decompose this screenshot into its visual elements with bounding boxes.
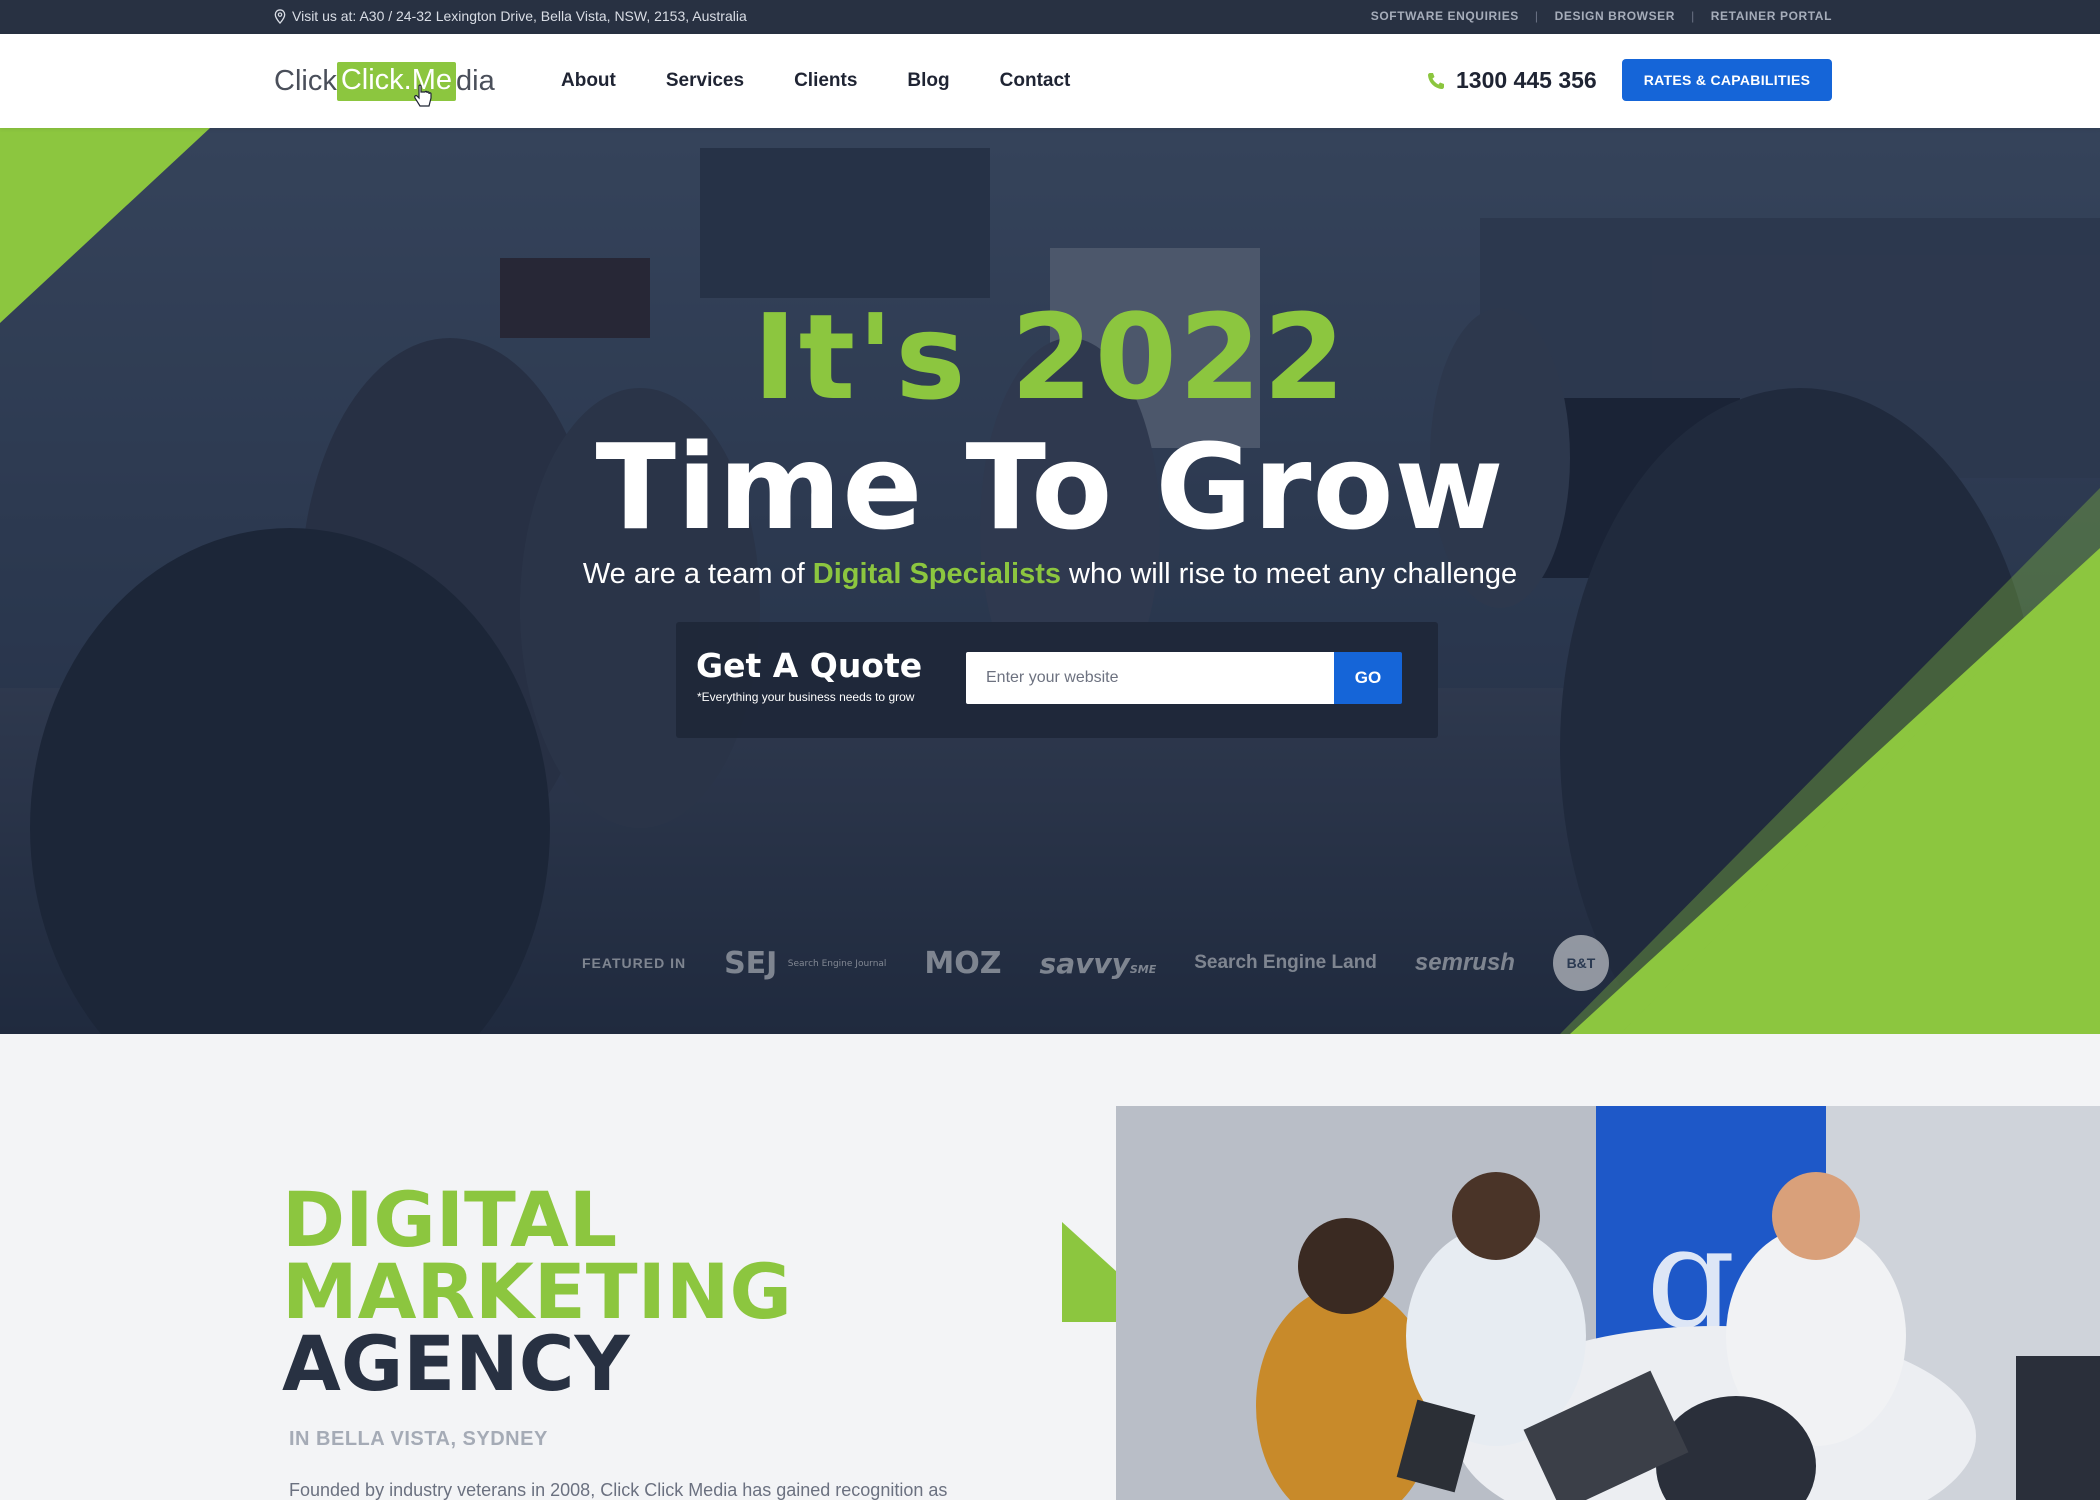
address: Visit us at: A30 / 24-32 Lexington Drive… — [274, 8, 747, 24]
phone-link[interactable]: 1300 445 356 — [1426, 67, 1597, 94]
go-button[interactable]: GO — [1334, 652, 1402, 704]
intro-title: DIGITAL MARKETING AGENCY — [282, 1175, 792, 1408]
quote-subtitle: *Everything your business needs to grow — [697, 690, 915, 704]
moz-logo: MOZ — [924, 945, 1002, 981]
get-quote-form: Get A Quote *Everything your business ne… — [676, 622, 1438, 738]
tagline-highlight: Digital Specialists — [812, 558, 1061, 590]
sej-logo-small: Search Engine Journal — [787, 959, 887, 969]
featured-in-label: FEATURED IN — [582, 955, 687, 971]
phone-number: 1300 445 356 — [1456, 67, 1597, 93]
site-logo[interactable]: Click Click.Me dia — [274, 58, 495, 107]
team-meeting-photo: g — [1116, 1106, 2100, 1500]
tagline-post: who will rise to meet any challenge — [1061, 558, 1518, 590]
logo-text-part3: dia — [456, 64, 495, 97]
hero-section: It's 2022 Time To Grow We are a team of … — [0, 128, 2100, 1034]
hand-cursor-icon — [414, 84, 432, 107]
software-enquiries-link[interactable]: SOFTWARE ENQUIRIES — [1371, 9, 1519, 23]
intro-section: DIGITAL MARKETING AGENCY IN BELLA VISTA,… — [0, 1034, 2100, 1500]
bandt-logo: B&T — [1552, 935, 1609, 991]
address-text: Visit us at: A30 / 24-32 Lexington Drive… — [292, 8, 747, 24]
intro-title-line2: MARKETING — [282, 1247, 792, 1336]
site-header: Click Click.Me dia About Services Clients … — [0, 34, 2100, 128]
link-separator: | — [1534, 9, 1539, 23]
sej-logo: SEJ Search Engine Journal — [724, 946, 886, 981]
intro-title-line1: DIGITAL — [282, 1175, 618, 1264]
intro-title-line3: AGENCY — [282, 1319, 630, 1408]
tagline-pre: We are a team of — [582, 558, 813, 590]
nav-about[interactable]: About — [561, 70, 616, 92]
savvy-logo: savvySME — [1040, 947, 1157, 980]
intro-location: IN BELLA VISTA, SYDNEY — [289, 1428, 548, 1450]
nav-contact[interactable]: Contact — [1000, 70, 1071, 92]
semrush-logo: semrush — [1414, 949, 1515, 976]
featured-in-logos: FEATURED IN SEJ Search Engine Journal MO… — [582, 935, 1609, 991]
savvy-logo-small: SME — [1129, 962, 1157, 976]
top-links: SOFTWARE ENQUIRIES | DESIGN BROWSER | RE… — [1371, 9, 1832, 23]
sej-logo-text: SEJ — [724, 945, 778, 981]
logo-text-part1: Click — [274, 64, 337, 97]
intro-body: Founded by industry veterans in 2008, Cl… — [289, 1480, 948, 1500]
nav-blog[interactable]: Blog — [907, 70, 949, 92]
search-engine-land-logo: Search Engine Land — [1194, 952, 1377, 973]
hero-headline-grow: Time To Grow — [595, 418, 1505, 556]
savvy-logo-text: savvy — [1039, 946, 1130, 980]
logo-text-highlight: Click.Me — [336, 61, 457, 101]
website-input[interactable] — [966, 652, 1334, 704]
hero-tagline: We are a team of Digital Specialists who… — [0, 558, 2100, 591]
top-info-bar: Visit us at: A30 / 24-32 Lexington Drive… — [0, 0, 2100, 34]
phone-icon — [1428, 72, 1444, 89]
quote-title: Get A Quote — [696, 646, 923, 685]
main-nav: About Services Clients Blog Contact — [561, 70, 1070, 92]
nav-clients[interactable]: Clients — [794, 70, 857, 92]
retainer-portal-link[interactable]: RETAINER PORTAL — [1711, 9, 1832, 23]
location-pin-icon — [274, 8, 286, 24]
rates-capabilities-button[interactable]: RATES & CAPABILITIES — [1622, 59, 1832, 101]
hero-headline-year: It's 2022 — [752, 288, 1348, 426]
link-separator: | — [1691, 9, 1695, 23]
nav-services[interactable]: Services — [666, 70, 744, 92]
design-browser-link[interactable]: DESIGN BROWSER — [1555, 9, 1675, 23]
